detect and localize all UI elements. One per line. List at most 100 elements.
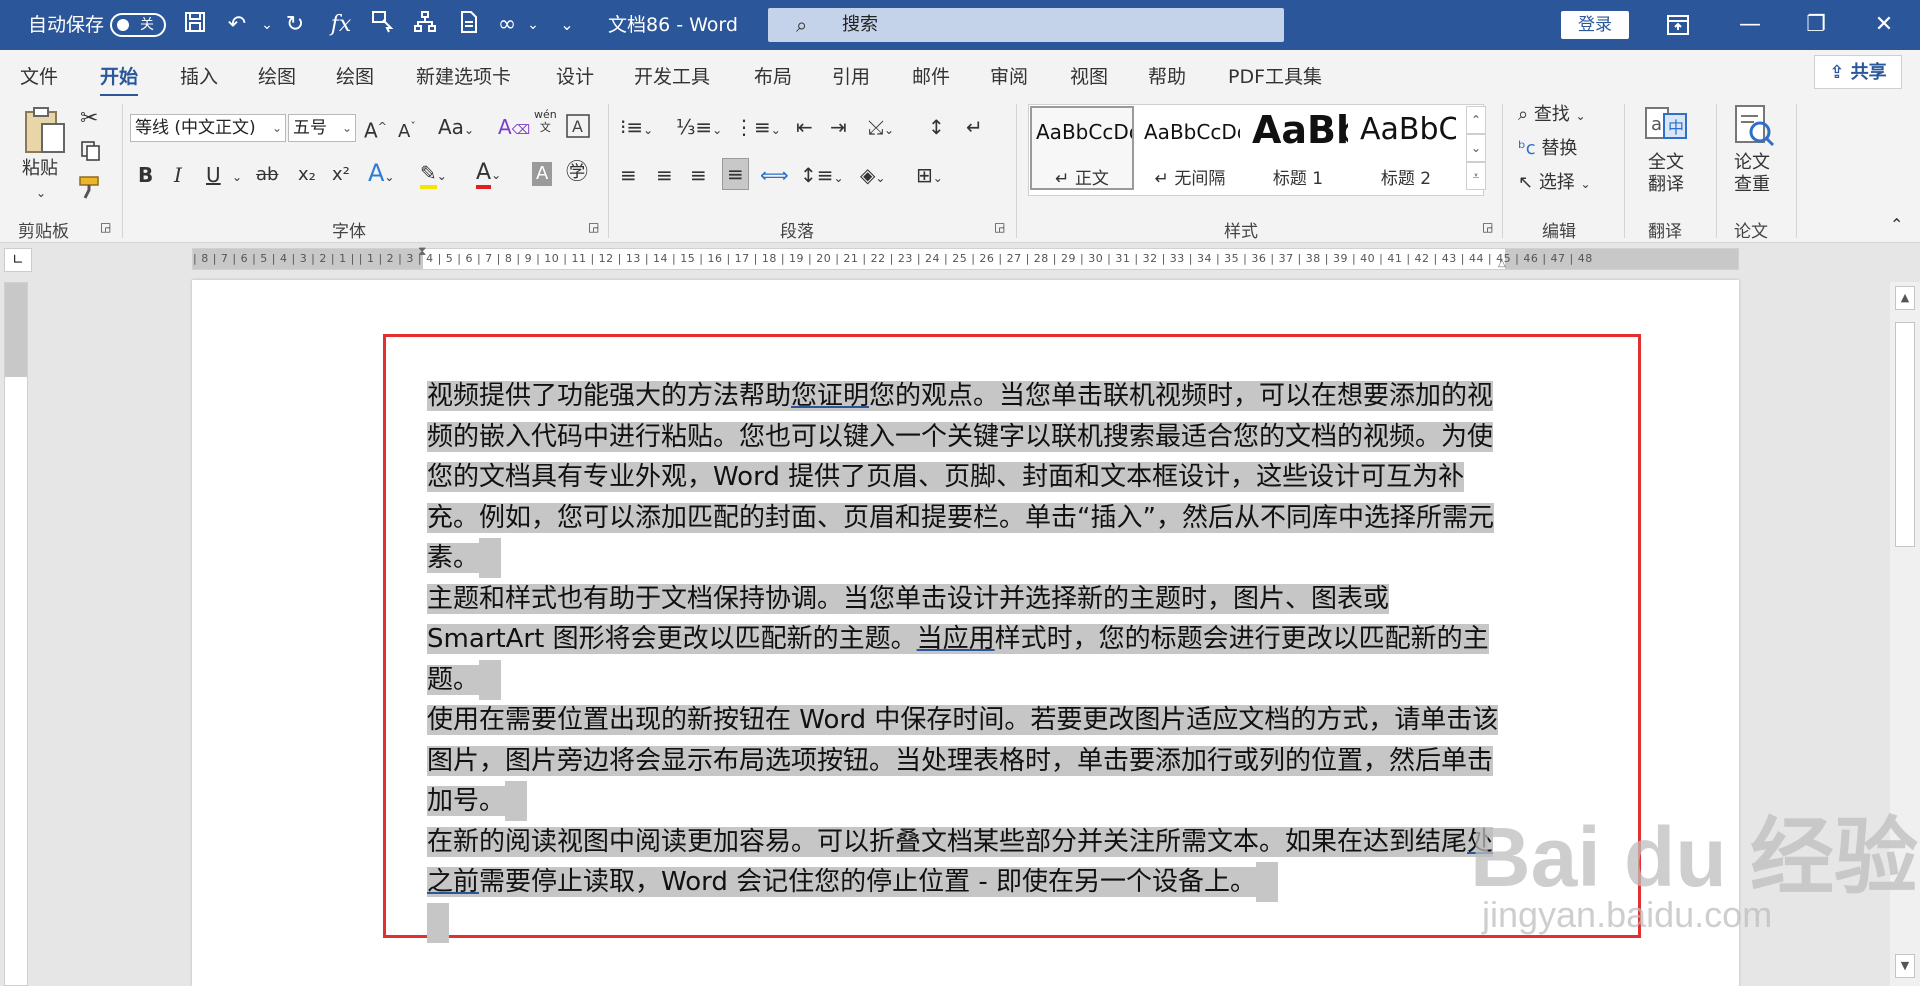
formula-icon[interactable]: fx bbox=[326, 10, 356, 40]
search-box[interactable]: ⌕ 搜索 bbox=[768, 8, 1284, 42]
justify-icon[interactable]: ≡ bbox=[722, 158, 749, 190]
full-translate-button[interactable]: 全文 翻译 bbox=[1648, 152, 1684, 196]
select-button[interactable]: ↖ 选择 ⌄ bbox=[1518, 170, 1591, 197]
character-border-icon[interactable]: A bbox=[566, 114, 590, 146]
save-icon[interactable] bbox=[180, 10, 210, 40]
scroll-down-icon[interactable]: ▼ bbox=[1895, 954, 1915, 978]
change-case-icon[interactable]: Aa⌄ bbox=[438, 114, 474, 143]
paragraph[interactable]: 在新的阅读视图中阅读更加容易。可以折叠文档某些部分并关注所需文本。如果在达到结尾… bbox=[427, 822, 1512, 903]
autosave-toggle[interactable]: 关 bbox=[110, 13, 166, 37]
borders-icon[interactable]: ⊞⌄ bbox=[916, 162, 943, 191]
scroll-thumb[interactable] bbox=[1895, 322, 1915, 547]
style-heading-1[interactable]: AaBb 标题 1 bbox=[1246, 106, 1350, 190]
cut-icon[interactable]: ✂ bbox=[80, 106, 98, 132]
paragraph[interactable]: 视频提供了功能强大的方法帮助您证明您的观点。当您单击联机视频时，可以在想要添加的… bbox=[427, 376, 1512, 579]
share-button[interactable]: ⇪ 共享 bbox=[1814, 55, 1902, 89]
highlight-icon[interactable]: ✎⌄ bbox=[420, 160, 447, 189]
numbering-icon[interactable]: ⅓≡⌄ bbox=[676, 114, 722, 143]
tab-design[interactable]: 设计 bbox=[556, 62, 594, 89]
tab-view[interactable]: 视图 bbox=[1070, 62, 1108, 89]
increase-indent-icon[interactable]: ⇥ bbox=[830, 114, 847, 140]
styles-launcher-icon[interactable]: ◲ bbox=[1482, 214, 1493, 240]
tab-draw-2[interactable]: 绘图 bbox=[336, 62, 374, 89]
decrease-indent-icon[interactable]: ⇤ bbox=[796, 114, 813, 140]
find-button[interactable]: ⌕ 查找 ⌄ bbox=[1518, 102, 1586, 129]
scroll-up-icon[interactable]: ▲ bbox=[1895, 286, 1915, 310]
underline-dropdown-icon[interactable]: ⌄ bbox=[232, 164, 242, 190]
text-effects-icon[interactable]: A⌄ bbox=[368, 160, 394, 190]
customize-toolbar-icon[interactable]: ⌄ bbox=[552, 10, 582, 40]
paragraph-launcher-icon[interactable]: ◲ bbox=[994, 214, 1005, 240]
font-color-icon[interactable]: A⌄ bbox=[476, 160, 501, 189]
tab-draw[interactable]: 绘图 bbox=[258, 62, 296, 89]
hierarchy-icon[interactable] bbox=[410, 10, 440, 40]
multilevel-list-icon[interactable]: ⋮≡⌄ bbox=[734, 114, 781, 143]
font-launcher-icon[interactable]: ◲ bbox=[588, 214, 599, 240]
paste-icon[interactable] bbox=[22, 106, 68, 156]
align-right-icon[interactable]: ≡ bbox=[690, 162, 707, 188]
tab-help[interactable]: 帮助 bbox=[1148, 62, 1186, 89]
styles-scroll-down-icon[interactable]: ⌄ bbox=[1466, 134, 1486, 162]
undo-icon[interactable]: ↶ bbox=[222, 10, 252, 40]
sort-icon[interactable]: ↕ bbox=[928, 114, 945, 140]
tab-new-tab[interactable]: 新建选项卡 bbox=[416, 62, 511, 89]
infinity-dropdown-icon[interactable]: ⌄ bbox=[518, 10, 548, 40]
paragraph[interactable]: 使用在需要位置出现的新按钮在 Word 中保存时间。若要更改图片适应文档的方式，… bbox=[427, 700, 1512, 822]
paper-check-icon[interactable] bbox=[1732, 104, 1776, 148]
copy-icon[interactable] bbox=[80, 140, 102, 170]
login-button[interactable]: 登录 bbox=[1561, 11, 1629, 39]
document-body[interactable]: 视频提供了功能强大的方法帮助您证明您的观点。当您单击联机视频时，可以在想要添加的… bbox=[427, 376, 1512, 943]
character-shading-icon[interactable]: A bbox=[532, 162, 553, 186]
tab-review[interactable]: 审阅 bbox=[990, 62, 1028, 89]
align-left-icon[interactable]: ≡ bbox=[620, 162, 637, 188]
pointer-icon[interactable] bbox=[368, 10, 398, 40]
indent-marker-icon[interactable]: ⧗ bbox=[418, 244, 426, 259]
grow-font-icon[interactable]: A^ bbox=[364, 114, 387, 144]
italic-button[interactable]: I bbox=[174, 162, 182, 188]
enclose-characters-icon[interactable]: ㊫ bbox=[566, 160, 588, 186]
paste-label[interactable]: 粘贴 bbox=[22, 156, 58, 182]
minimize-icon[interactable]: — bbox=[1722, 0, 1778, 50]
bullets-icon[interactable]: ⁝≡⌄ bbox=[620, 114, 653, 143]
font-name-combo[interactable]: 等线 (中文正文) ⌄ bbox=[130, 114, 286, 142]
phonetic-guide-icon[interactable]: wén 文 bbox=[534, 108, 557, 134]
underline-button[interactable]: U bbox=[206, 162, 221, 188]
clear-formatting-icon[interactable]: A⌫ bbox=[498, 114, 530, 144]
strikethrough-button[interactable]: ab bbox=[256, 162, 278, 188]
chinese-layout-icon[interactable]: ⤩⌄ bbox=[868, 114, 894, 143]
superscript-button[interactable]: x² bbox=[332, 162, 350, 188]
show-marks-icon[interactable]: ↵ bbox=[966, 114, 983, 140]
shading-icon[interactable]: ◈⌄ bbox=[860, 162, 885, 191]
ribbon-display-icon[interactable] bbox=[1650, 0, 1706, 50]
style-normal[interactable]: AaBbCcDd ↵ 正文 bbox=[1030, 106, 1134, 190]
shrink-font-icon[interactable]: Aˇ bbox=[398, 114, 416, 145]
tab-selector-icon[interactable]: ∟ bbox=[4, 248, 32, 272]
style-heading-2[interactable]: AaBbC 标题 2 bbox=[1354, 106, 1458, 190]
tab-pdf-tools[interactable]: PDF工具集 bbox=[1228, 62, 1322, 89]
translate-icon[interactable]: a中 bbox=[1644, 104, 1688, 148]
line-spacing-icon[interactable]: ↕≡⌄ bbox=[800, 162, 844, 191]
tab-layout[interactable]: 布局 bbox=[754, 62, 792, 89]
bold-button[interactable]: B bbox=[138, 162, 153, 188]
empty-paragraph[interactable] bbox=[427, 902, 1512, 944]
clipboard-launcher-icon[interactable]: ◲ bbox=[100, 214, 111, 240]
styles-scroll-up-icon[interactable]: ⌃ bbox=[1466, 106, 1486, 134]
style-no-spacing[interactable]: AaBbCcDd ↵ 无间隔 bbox=[1138, 106, 1242, 190]
tab-references[interactable]: 引用 bbox=[832, 62, 870, 89]
tab-insert[interactable]: 插入 bbox=[180, 62, 218, 89]
replace-button[interactable]: ᵇc 替换 bbox=[1518, 136, 1577, 162]
tab-mailings[interactable]: 邮件 bbox=[912, 62, 950, 89]
redo-icon[interactable]: ↻ bbox=[280, 10, 310, 40]
paper-check-button[interactable]: 论文 查重 bbox=[1734, 152, 1770, 196]
tab-file[interactable]: 文件 bbox=[20, 62, 58, 89]
subscript-button[interactable]: x₂ bbox=[298, 162, 316, 188]
collapse-ribbon-icon[interactable]: ⌃ bbox=[1890, 212, 1903, 238]
styles-more-icon[interactable]: ⩡ bbox=[1466, 162, 1486, 190]
vertical-ruler[interactable] bbox=[4, 282, 28, 986]
format-painter-icon[interactable] bbox=[78, 174, 104, 208]
font-size-combo[interactable]: 五号 ⌄ bbox=[288, 114, 356, 142]
close-icon[interactable]: ✕ bbox=[1856, 0, 1912, 50]
document-pdf-icon[interactable] bbox=[454, 10, 484, 40]
paste-dropdown-icon[interactable]: ⌄ bbox=[36, 180, 46, 206]
distributed-icon[interactable]: ⟺ bbox=[760, 162, 789, 188]
